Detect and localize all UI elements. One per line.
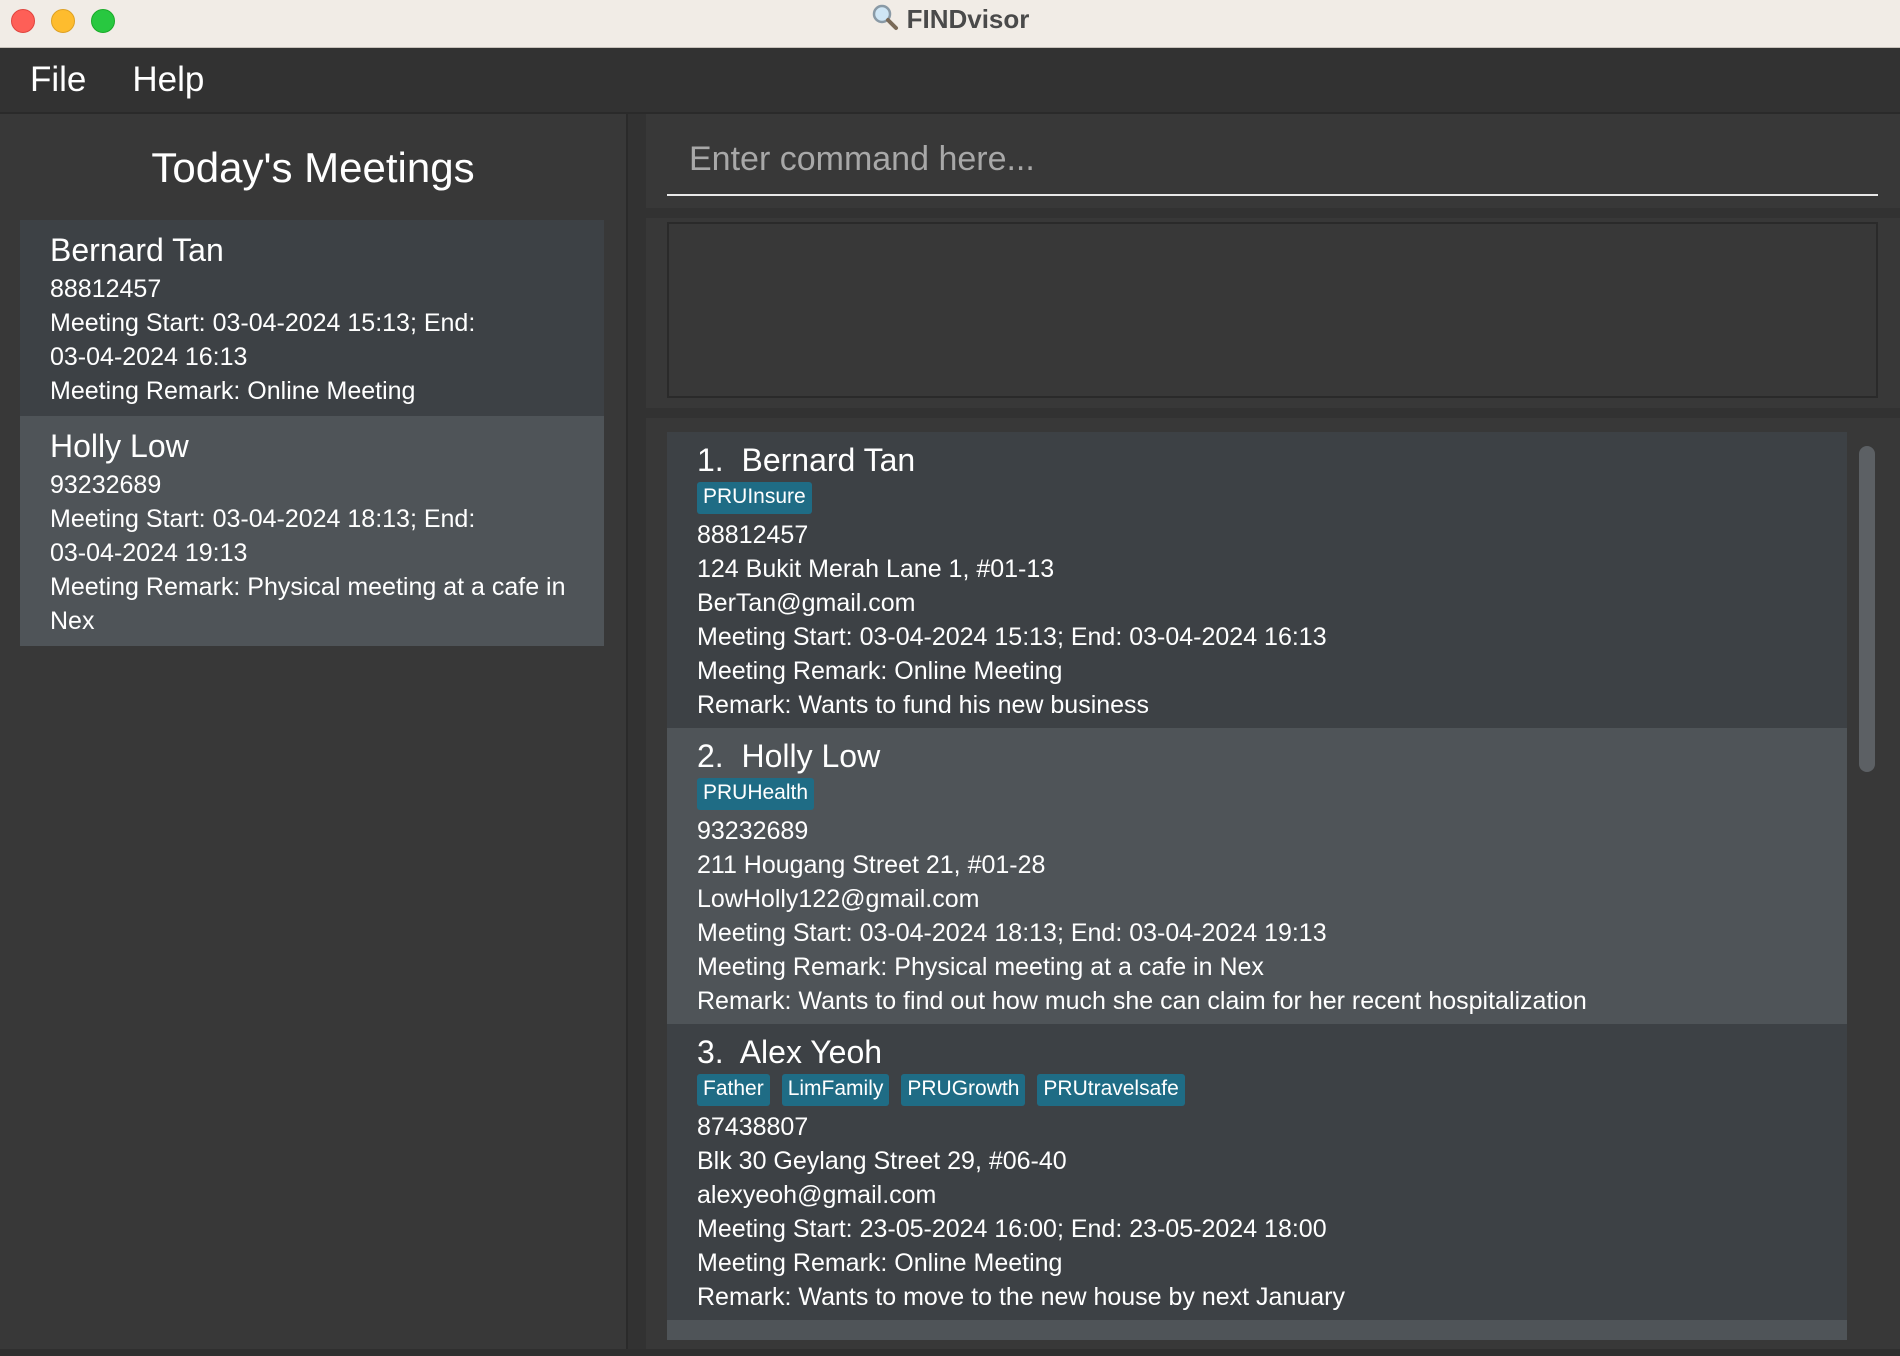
tag-list: Father LimFamily PRUGrowth PRUtravelsafe [697, 1074, 1817, 1106]
person-card[interactable]: 3. Alex Yeoh Father LimFamily PRUGrowth … [667, 1024, 1847, 1320]
tag: PRUGrowth [901, 1074, 1026, 1106]
window-title-group: FINDvisor [0, 0, 1900, 38]
person-card[interactable] [667, 1320, 1847, 1340]
scrollbar[interactable] [1853, 432, 1878, 1340]
person-name: Alex Yeoh [739, 1034, 883, 1070]
window-bottom-edge [0, 1349, 1900, 1356]
meeting-name: Bernard Tan [50, 232, 224, 268]
tag: PRUtravelsafe [1037, 1074, 1185, 1106]
tag-list: PRUHealth [697, 778, 1817, 810]
person-index: 3. [697, 1034, 724, 1070]
tag: PRUInsure [697, 482, 812, 514]
person-remark: Remark: Wants to fund his new business [697, 691, 1150, 719]
person-email: alexyeoh@gmail.com [697, 1181, 937, 1209]
meeting-remark-line2: Nex [50, 607, 95, 635]
meeting-time-line2: 03-04-2024 16:13 [50, 343, 248, 371]
meeting-phone: 93232689 [50, 471, 162, 499]
person-name-line: 2. Holly Low [697, 736, 1817, 776]
todays-meetings-heading: Today's Meetings [151, 144, 475, 191]
person-email: LowHolly122@gmail.com [697, 885, 980, 913]
person-name: Holly Low [741, 738, 881, 774]
person-list[interactable]: 1. Bernard Tan PRUInsure 88812457 124 Bu… [667, 432, 1878, 1340]
person-phone: 93232689 [697, 817, 809, 845]
person-remark: Remark: Wants to move to the new house b… [697, 1283, 1345, 1311]
tag: PRUHealth [697, 778, 815, 810]
person-remark: Remark: Wants to find out how much she c… [697, 987, 1587, 1015]
person-meeting: Meeting Start: 03-04-2024 15:13; End: 03… [697, 623, 1327, 651]
meeting-name: Holly Low [50, 428, 189, 464]
todays-meetings-panel: Today's Meetings Bernard Tan 88812457 Me… [0, 114, 626, 1349]
person-meeting-remark: Meeting Remark: Physical meeting at a ca… [697, 953, 1264, 981]
main-panel: 1. Bernard Tan PRUInsure 88812457 124 Bu… [646, 114, 1900, 1349]
person-name-line: 3. Alex Yeoh [697, 1032, 1817, 1072]
person-address: 211 Hougang Street 21, #01-28 [697, 851, 1046, 879]
result-display[interactable] [667, 222, 1878, 398]
person-meeting-remark: Meeting Remark: Online Meeting [697, 1249, 1063, 1277]
meeting-time-line1: Meeting Start: 03-04-2024 18:13; End: [50, 505, 476, 533]
meeting-phone: 88812457 [50, 275, 162, 303]
window-title: FINDvisor [906, 3, 1030, 34]
person-meeting: Meeting Start: 03-04-2024 18:13; End: 03… [697, 919, 1327, 947]
meeting-card[interactable]: Bernard Tan 88812457 Meeting Start: 03-0… [20, 220, 604, 416]
meeting-remark-line1: Meeting Remark: Physical meeting at a ca… [50, 573, 566, 601]
person-meeting-remark: Meeting Remark: Online Meeting [697, 657, 1063, 685]
person-address: Blk 30 Geylang Street 29, #06-40 [697, 1147, 1067, 1175]
menu-file[interactable]: File [30, 60, 86, 100]
person-address: 124 Bukit Merah Lane 1, #01-13 [697, 555, 1055, 583]
person-email: BerTan@gmail.com [697, 589, 916, 617]
meeting-time-line2: 03-04-2024 19:13 [50, 539, 248, 567]
person-phone: 87438807 [697, 1113, 809, 1141]
person-name: Bernard Tan [741, 442, 916, 478]
meeting-time-line1: Meeting Start: 03-04-2024 15:13; End: [50, 309, 476, 337]
person-card[interactable]: 2. Holly Low PRUHealth 93232689 211 Houg… [667, 728, 1847, 1024]
person-index: 1. [697, 442, 724, 478]
meeting-card[interactable]: Holly Low 93232689 Meeting Start: 03-04-… [20, 416, 604, 646]
menu-bar: File Help [0, 48, 1900, 114]
magnifier-icon [871, 3, 899, 36]
separator [646, 408, 1900, 418]
split-pane-divider[interactable] [626, 114, 646, 1349]
person-card[interactable]: 1. Bernard Tan PRUInsure 88812457 124 Bu… [667, 432, 1847, 728]
person-phone: 88812457 [697, 521, 809, 549]
person-index: 2. [697, 738, 724, 774]
menu-help[interactable]: Help [132, 60, 204, 100]
meeting-remark-line1: Meeting Remark: Online Meeting [50, 377, 416, 405]
title-bar: FINDvisor [0, 0, 1900, 48]
command-input[interactable] [667, 126, 1878, 192]
separator [646, 208, 1900, 218]
person-name-line: 1. Bernard Tan [697, 440, 1817, 480]
command-box [667, 126, 1878, 196]
tag: Father [697, 1074, 770, 1106]
scrollbar-thumb[interactable] [1859, 446, 1875, 772]
tag-list: PRUInsure [697, 482, 1817, 514]
tag: LimFamily [781, 1074, 890, 1106]
person-meeting: Meeting Start: 23-05-2024 16:00; End: 23… [697, 1215, 1327, 1243]
